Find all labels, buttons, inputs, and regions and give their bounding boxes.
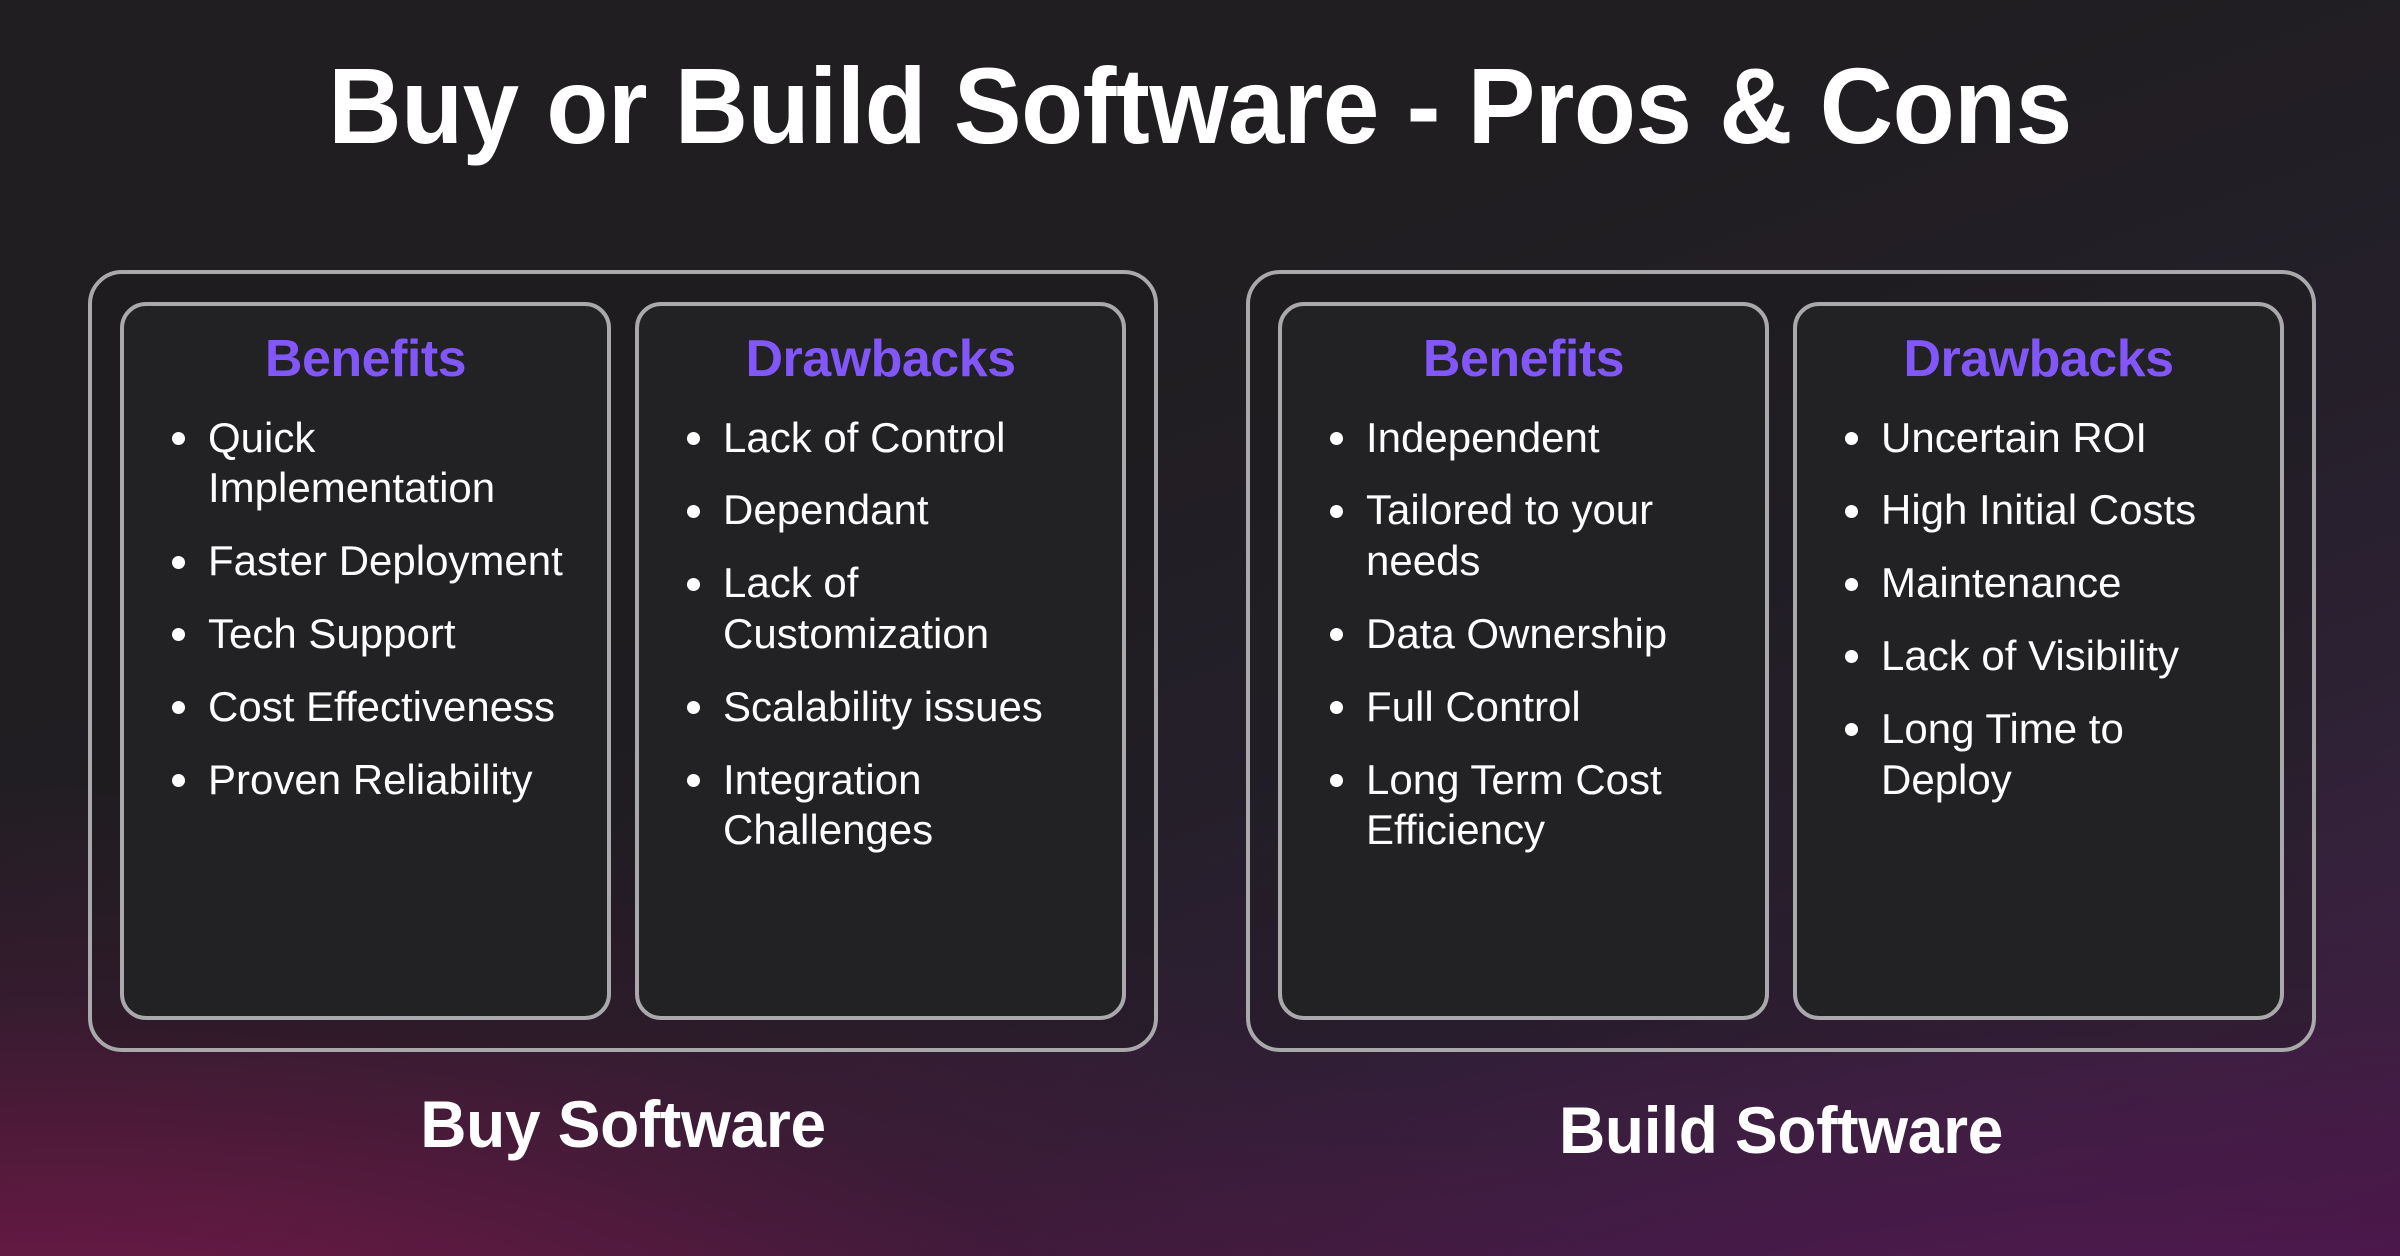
- group-label-buy-software: Buy Software: [420, 1087, 826, 1161]
- list-item-label: Lack of Visibility: [1881, 632, 2180, 680]
- bullet-icon: [172, 628, 185, 642]
- bullet-icon: [687, 773, 700, 787]
- list-build-drawbacks: Uncertain ROI High Initial Costs Mainten…: [1815, 413, 2262, 806]
- list-buy-benefits: Quick Implementation Faster Deployment T…: [142, 413, 589, 806]
- list-item: Maintenance: [1841, 558, 2258, 609]
- list-item: Cost Effectiveness: [168, 682, 585, 733]
- list-item: Uncertain ROI: [1841, 413, 2258, 464]
- list-item-label: Tailored to your needs: [1366, 486, 1654, 585]
- list-item-label: Faster Deployment: [208, 537, 563, 585]
- list-item-label: Cost Effectiveness: [208, 682, 556, 730]
- list-item: Independent: [1326, 413, 1743, 464]
- card-build-drawbacks: Drawbacks Uncertain ROI High Initial Cos…: [1793, 302, 2284, 1020]
- card-buy-benefits: Benefits Quick Implementation Faster Dep…: [120, 302, 611, 1020]
- card-heading-benefits: Benefits: [1422, 330, 1625, 388]
- list-item-label: Dependant: [723, 486, 929, 534]
- list-item: Quick Implementation: [168, 413, 585, 515]
- list-item: Tech Support: [168, 609, 585, 660]
- list-item: Lack of Control: [683, 413, 1100, 464]
- list-item-label: Full Control: [1366, 682, 1581, 730]
- list-item: Lack of Visibility: [1841, 631, 2258, 682]
- list-item-label: Long Term Cost Efficiency: [1366, 755, 1662, 854]
- list-buy-drawbacks: Lack of Control Dependant Lack of Custom…: [657, 413, 1104, 857]
- list-item-label: Lack of Control: [723, 413, 1006, 461]
- group-buy-software: Benefits Quick Implementation Faster Dep…: [88, 270, 1158, 1052]
- list-item-label: Integration Challenges: [723, 755, 934, 854]
- bullet-icon: [1845, 723, 1858, 737]
- list-build-benefits: Independent Tailored to your needs Data …: [1300, 413, 1747, 857]
- list-item-label: Scalability issues: [723, 682, 1043, 730]
- card-heading-drawbacks: Drawbacks: [1903, 330, 2174, 388]
- bullet-icon: [687, 701, 700, 715]
- list-item: Integration Challenges: [683, 755, 1100, 857]
- list-item-label: Lack of Customization: [723, 559, 990, 658]
- list-item-label: Long Time to Deploy: [1881, 704, 2124, 803]
- list-item: Dependant: [683, 485, 1100, 536]
- bullet-icon: [1845, 650, 1858, 664]
- list-item: Tailored to your needs: [1326, 485, 1743, 587]
- list-item: Long Term Cost Efficiency: [1326, 755, 1743, 857]
- bullet-icon: [687, 431, 700, 445]
- page-title: Buy or Build Software - Pros & Cons: [328, 45, 2072, 166]
- list-item-label: Quick Implementation: [208, 413, 496, 512]
- list-item: High Initial Costs: [1841, 485, 2258, 536]
- bullet-icon: [172, 701, 185, 715]
- list-item: Proven Reliability: [168, 755, 585, 806]
- slide-canvas: Buy or Build Software - Pros & Cons Bene…: [0, 0, 2400, 1256]
- list-item: Lack of Customization: [683, 558, 1100, 660]
- bullet-icon: [1330, 628, 1343, 642]
- list-item-label: Uncertain ROI: [1881, 413, 2148, 461]
- bullet-icon: [172, 555, 185, 569]
- bullet-icon: [172, 431, 185, 445]
- list-item: Full Control: [1326, 682, 1743, 733]
- card-buy-drawbacks: Drawbacks Lack of Control Dependant Lack…: [635, 302, 1126, 1020]
- card-build-benefits: Benefits Independent Tailored to your ne…: [1278, 302, 1769, 1020]
- bullet-icon: [1330, 431, 1343, 445]
- bullet-icon: [1330, 504, 1343, 518]
- list-item: Long Time to Deploy: [1841, 704, 2258, 806]
- bullet-icon: [1845, 431, 1858, 445]
- bullet-icon: [687, 577, 700, 591]
- bullet-icon: [1845, 504, 1858, 518]
- bullet-icon: [172, 773, 185, 787]
- list-item-label: Proven Reliability: [208, 755, 533, 803]
- group-label-build-software: Build Software: [1558, 1093, 2004, 1167]
- bullet-icon: [1845, 577, 1858, 591]
- list-item-label: High Initial Costs: [1881, 486, 2197, 534]
- bullet-icon: [1330, 701, 1343, 715]
- list-item-label: Tech Support: [208, 610, 456, 658]
- list-item-label: Maintenance: [1881, 559, 2122, 607]
- bullet-icon: [1330, 773, 1343, 787]
- list-item: Faster Deployment: [168, 536, 585, 587]
- card-heading-drawbacks: Drawbacks: [745, 330, 1016, 388]
- list-item-label: Independent: [1366, 413, 1600, 461]
- bullet-icon: [687, 504, 700, 518]
- list-item-label: Data Ownership: [1366, 610, 1668, 658]
- card-heading-benefits: Benefits: [264, 330, 467, 388]
- group-build-software: Benefits Independent Tailored to your ne…: [1246, 270, 2316, 1052]
- list-item: Data Ownership: [1326, 609, 1743, 660]
- list-item: Scalability issues: [683, 682, 1100, 733]
